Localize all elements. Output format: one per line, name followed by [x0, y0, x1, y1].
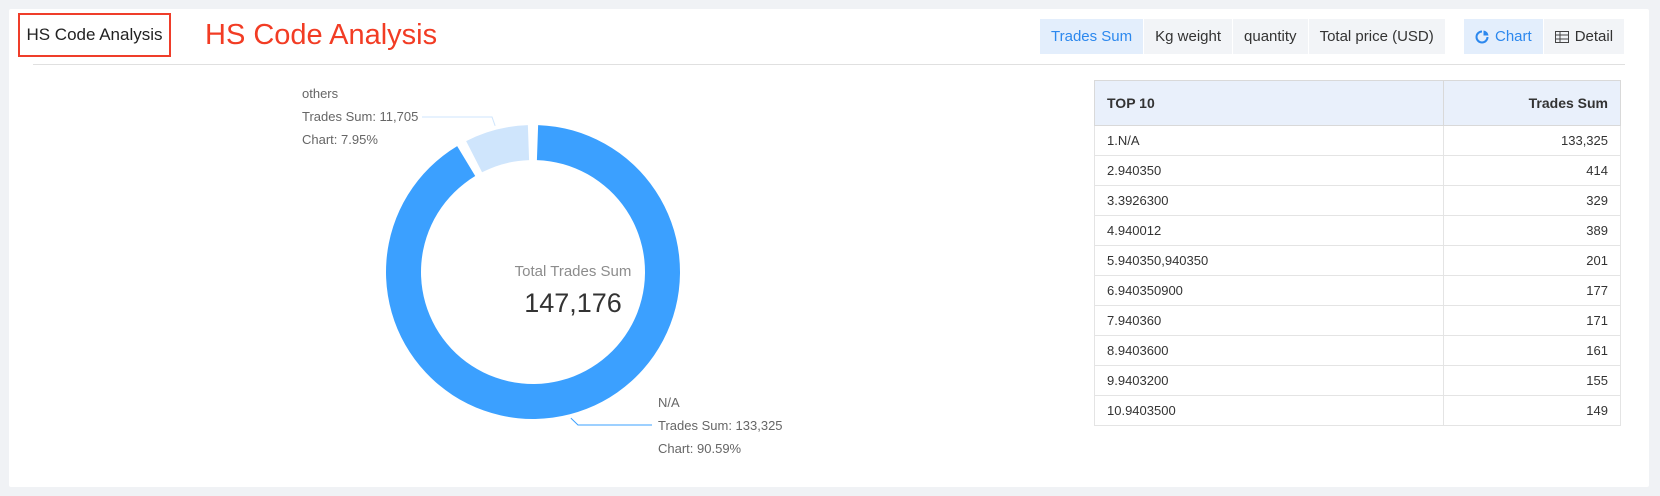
trades-sum-cell: 133,325	[1443, 125, 1621, 156]
trades-sum-cell: 389	[1443, 215, 1621, 246]
donut-center-value: 147,176	[524, 288, 622, 318]
table-row: 7.940360 171	[1094, 305, 1621, 336]
table-header-row: TOP 10 Trades Sum	[1094, 80, 1621, 126]
table-row: 3.3926300 329	[1094, 185, 1621, 216]
table-row: 2.940350 414	[1094, 155, 1621, 186]
trades-sum-cell: 414	[1443, 155, 1621, 186]
tab-kg-weight[interactable]: Kg weight	[1144, 19, 1233, 54]
table-row: 10.9403500 149	[1094, 395, 1621, 426]
hs-code-cell: 4.940012	[1094, 215, 1444, 246]
header-divider	[33, 64, 1625, 65]
table-row: 1.N/A 133,325	[1094, 125, 1621, 156]
label-leader-line	[422, 116, 496, 126]
table-row: 5.940350,940350 201	[1094, 245, 1621, 276]
tab-quantity[interactable]: quantity	[1233, 19, 1308, 54]
hs-code-cell: 5.940350,940350	[1094, 245, 1444, 276]
donut-chart: N/A Trades Sum: 133,325 Chart: 90.59% other…	[9, 69, 1089, 487]
slice-value-label: Trades Sum: 133,325	[658, 418, 783, 433]
hs-code-cell: 2.940350	[1094, 155, 1444, 186]
hs-code-cell: 9.9403200	[1094, 365, 1444, 396]
hs-code-cell: 10.9403500	[1094, 395, 1444, 426]
trades-sum-cell: 161	[1443, 335, 1621, 366]
hs-code-cell: 3.3926300	[1094, 185, 1444, 216]
donut-slice-others[interactable]	[466, 125, 530, 173]
detail-view-label: Detail	[1574, 28, 1614, 45]
boxed-section-title: HS Code Analysis	[18, 13, 171, 57]
slice-name-label: others	[302, 86, 339, 101]
column-header-trades-sum: Trades Sum	[1443, 80, 1621, 126]
table-row: 4.940012 389	[1094, 215, 1621, 246]
page-title: HS Code Analysis	[205, 19, 438, 51]
trades-sum-cell: 155	[1443, 365, 1621, 396]
table-row: 6.940350900 177	[1094, 275, 1621, 306]
pie-chart-icon	[1475, 30, 1489, 44]
trades-sum-cell: 171	[1443, 305, 1621, 336]
chart-view-button[interactable]: Chart	[1464, 19, 1543, 54]
slice-share-label: Chart: 7.95%	[302, 132, 378, 147]
slice-value-label: Trades Sum: 11,705	[302, 109, 418, 124]
trades-sum-cell: 177	[1443, 275, 1621, 306]
slice-share-label: Chart: 90.59%	[658, 441, 742, 456]
hs-code-cell: 1.N/A	[1094, 125, 1444, 156]
trades-sum-cell: 149	[1443, 395, 1621, 426]
column-header-top10: TOP 10	[1094, 80, 1444, 126]
detail-view-button[interactable]: Detail	[1543, 19, 1625, 54]
hs-code-cell: 7.940360	[1094, 305, 1444, 336]
tab-trades-sum[interactable]: Trades Sum	[1040, 19, 1144, 54]
hs-code-cell: 8.9403600	[1094, 335, 1444, 366]
view-toggle: Chart Detail	[1464, 19, 1625, 54]
hs-code-analysis-panel: HS Code Analysis HS Code Analysis Trades…	[9, 9, 1649, 487]
chart-view-label: Chart	[1495, 28, 1532, 45]
table-row: 8.9403600 161	[1094, 335, 1621, 366]
tab-total-price[interactable]: Total price (USD)	[1308, 19, 1445, 54]
table-row: 9.9403200 155	[1094, 365, 1621, 396]
top10-table: TOP 10 Trades Sum 1.N/A 133,325 2.940350 41…	[1094, 80, 1621, 426]
donut-center-label: Total Trades Sum	[514, 263, 632, 280]
hs-code-cell: 6.940350900	[1094, 275, 1444, 306]
trades-sum-cell: 329	[1443, 185, 1621, 216]
label-leader-line	[570, 417, 652, 426]
trades-sum-cell: 201	[1443, 245, 1621, 276]
table-icon	[1554, 30, 1569, 43]
metric-tabs: Trades Sum Kg weight quantity Total pric…	[1040, 19, 1445, 54]
slice-name-label: N/A	[658, 395, 680, 410]
